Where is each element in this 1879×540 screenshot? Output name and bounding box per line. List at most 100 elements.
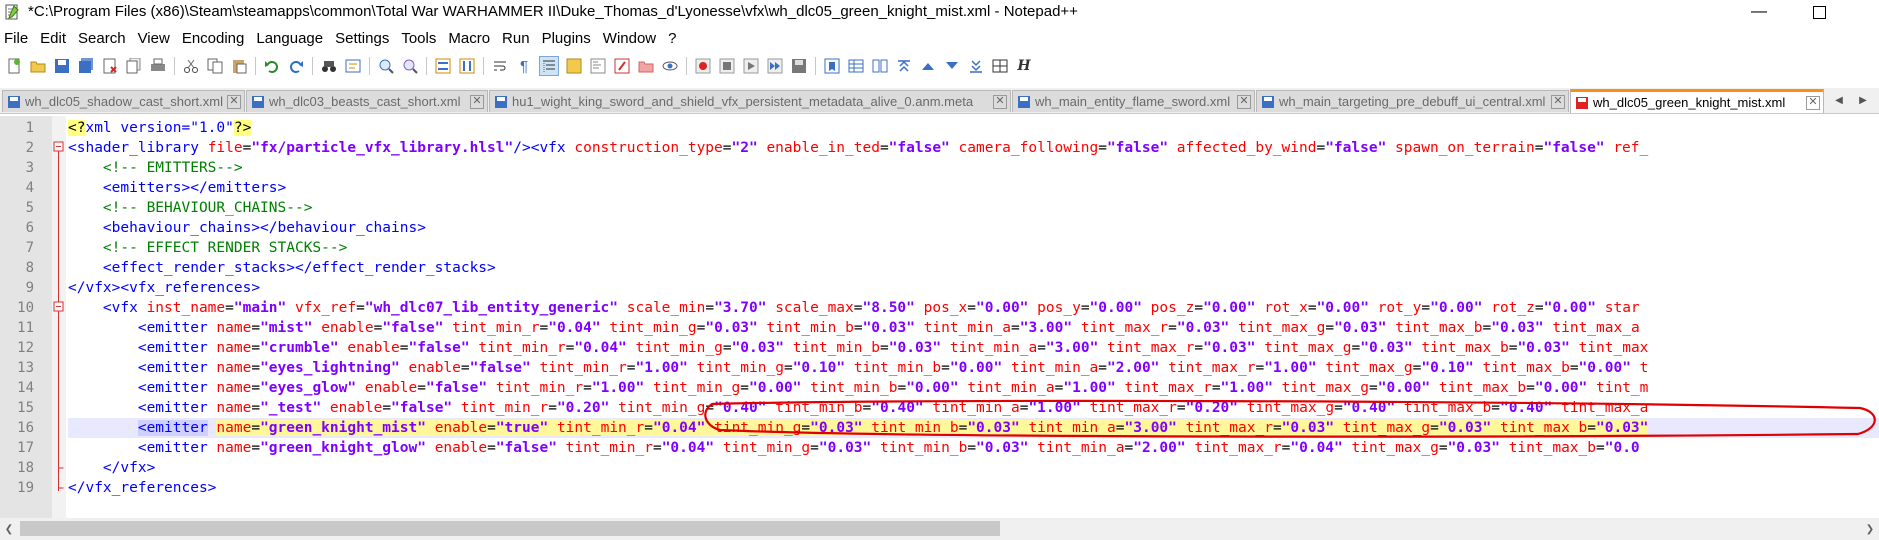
column-mode-button[interactable] (847, 57, 865, 75)
tab-scroll-right-button[interactable]: ▶ (1854, 90, 1872, 110)
menu-tools[interactable]: Tools (397, 29, 444, 51)
paste-button[interactable] (230, 57, 248, 75)
first-diff-button[interactable] (895, 57, 913, 75)
macro-run-multiple-button[interactable] (766, 57, 784, 75)
menu-settings[interactable]: Settings (331, 29, 397, 51)
menu-language[interactable]: Language (252, 29, 331, 51)
navigation-bar-button[interactable] (991, 57, 1009, 75)
code-line[interactable]: </vfx> (68, 458, 1879, 478)
code-line[interactable]: <emitter name="eyes_lightning" enable="f… (68, 358, 1879, 378)
code-token: tint_min_b (853, 360, 942, 376)
tab-scroll-left-button[interactable]: ◀ (1830, 90, 1848, 110)
code-line[interactable]: <!-- EFFECT RENDER STACKS--> (68, 238, 1879, 258)
code-editor[interactable]: 1 2 3 4 5 6 7 8 9 10 11 12 13 14 15 16 1… (0, 116, 1879, 518)
code-line[interactable]: <!-- EMITTERS--> (68, 158, 1879, 178)
code-line[interactable]: <vfx inst_name="main" vfx_ref="wh_dlc07_… (68, 298, 1879, 318)
compare-button[interactable] (871, 57, 889, 75)
sync-vertical-button[interactable] (434, 57, 452, 75)
html-tag-button[interactable]: H (1015, 57, 1033, 75)
tab-wh-dlc05-shadow-cast-short[interactable]: wh_dlc05_shadow_cast_short.xml ✕ (2, 90, 245, 112)
menu-file[interactable]: File (0, 29, 36, 51)
doc-map-button[interactable] (589, 57, 607, 75)
code-line[interactable]: <emitter name="mist" enable="false" tint… (68, 318, 1879, 338)
tab-hu1-wight-king-metadata[interactable]: hu1_wight_king_sword_and_shield_vfx_pers… (489, 90, 1011, 112)
save-all-button[interactable] (77, 57, 95, 75)
menu-plugins[interactable]: Plugins (538, 29, 599, 51)
code-token: tint_max_r (1185, 420, 1273, 436)
macro-play-button[interactable] (742, 57, 760, 75)
close-all-button[interactable] (125, 57, 143, 75)
macro-stop-button[interactable] (718, 57, 736, 75)
close-file-button[interactable] (101, 57, 119, 75)
word-wrap-button[interactable] (491, 57, 509, 75)
code-line[interactable]: <effect_render_stacks></effect_render_st… (68, 258, 1879, 278)
tab-wh-main-entity-flame-sword[interactable]: wh_main_entity_flame_sword.xml ✕ (1012, 90, 1255, 112)
code-line[interactable]: <?xml version="1.0"?> (68, 118, 1879, 138)
menu-run[interactable]: Run (498, 29, 538, 51)
menu-help[interactable]: ? (664, 29, 684, 51)
copy-button[interactable] (206, 57, 224, 75)
menu-macro[interactable]: Macro (444, 29, 498, 51)
sync-horizontal-button[interactable] (458, 57, 476, 75)
menu-search[interactable]: Search (74, 29, 134, 51)
code-token: "0.03" (967, 420, 1020, 436)
code-line[interactable]: <!-- BEHAVIOUR_CHAINS--> (68, 198, 1879, 218)
function-list-button[interactable] (613, 57, 631, 75)
macro-save-button[interactable] (790, 57, 808, 75)
menu-encoding[interactable]: Encoding (178, 29, 253, 51)
menu-window[interactable]: Window (599, 29, 664, 51)
menu-view[interactable]: View (134, 29, 178, 51)
code-line[interactable]: <shader_library file = "fx/particle_vfx_li… (68, 138, 1879, 158)
save-button[interactable] (53, 57, 71, 75)
last-diff-button[interactable] (967, 57, 985, 75)
tab-close-icon[interactable]: ✕ (227, 94, 241, 109)
minimize-button[interactable]: — (1729, 0, 1789, 24)
replace-button[interactable] (344, 57, 362, 75)
language-button[interactable] (565, 57, 583, 75)
code-line[interactable]: <emitter name="crumble" enable="false" t… (68, 338, 1879, 358)
tab-wh-dlc03-beasts-cast-short[interactable]: wh_dlc03_beasts_cast_short.xml ✕ (246, 90, 488, 112)
scroll-left-button[interactable]: ❮ (0, 518, 18, 540)
code-text-area[interactable]: <?xml version="1.0"?> <shader_library fil… (68, 116, 1879, 518)
folder-workspace-button[interactable] (637, 57, 655, 75)
cut-button[interactable] (182, 57, 200, 75)
tab-close-icon[interactable]: ✕ (1806, 95, 1820, 110)
next-diff-button[interactable] (943, 57, 961, 75)
redo-button[interactable] (287, 57, 305, 75)
tab-close-icon[interactable]: ✕ (1237, 94, 1251, 109)
code-line[interactable]: </vfx_references> (68, 478, 1879, 498)
tab-wh-main-targeting-pre-debuff[interactable]: wh_main_targeting_pre_debuff_ui_central.… (1256, 90, 1569, 112)
show-all-chars-button[interactable]: ¶ (515, 57, 533, 75)
code-line[interactable]: </vfx><vfx_references> (68, 278, 1879, 298)
tab-close-icon[interactable]: ✕ (470, 94, 484, 109)
open-file-button[interactable] (29, 57, 47, 75)
zoom-in-button[interactable] (377, 57, 395, 75)
fold-margin[interactable] (52, 116, 66, 518)
macro-record-button[interactable] (694, 57, 712, 75)
scrollbar-thumb[interactable] (20, 521, 1000, 536)
bookmark-button[interactable] (823, 57, 841, 75)
zoom-out-button[interactable] (401, 57, 419, 75)
undo-button[interactable] (263, 57, 281, 75)
code-line[interactable]: <emitter name="green_knight_glow" enable… (68, 438, 1879, 458)
tab-close-icon[interactable]: ✕ (1551, 94, 1565, 109)
prev-diff-button[interactable] (919, 57, 937, 75)
scroll-right-button[interactable]: ❯ (1861, 518, 1879, 540)
toolbar-separator (312, 57, 313, 75)
tab-wh-dlc05-green-knight-mist[interactable]: wh_dlc05_green_knight_mist.xml ✕ (1570, 89, 1824, 113)
tab-close-icon[interactable]: ✕ (993, 94, 1007, 109)
find-button[interactable] (320, 57, 338, 75)
code-line[interactable]: <behaviour_chains></behaviour_chains> (68, 218, 1879, 238)
code-line[interactable]: <emitter name="eyes_glow" enable="false"… (68, 378, 1879, 398)
maximize-button[interactable] (1789, 0, 1849, 24)
print-button[interactable] (149, 57, 167, 75)
code-line[interactable]: <emitter name="_test" enable="false" tin… (68, 398, 1879, 418)
new-file-button[interactable] (5, 57, 23, 75)
code-token: tint_min_r (460, 400, 549, 416)
indent-guide-button[interactable] (539, 56, 559, 76)
horizontal-scrollbar[interactable]: ❮ ❯ (0, 518, 1879, 540)
monitoring-button[interactable] (661, 57, 679, 75)
code-line[interactable]: <emitter name="green_knight_mist" enable… (68, 418, 1879, 438)
menu-edit[interactable]: Edit (36, 29, 74, 51)
code-line[interactable]: <emitters></emitters> (68, 178, 1879, 198)
